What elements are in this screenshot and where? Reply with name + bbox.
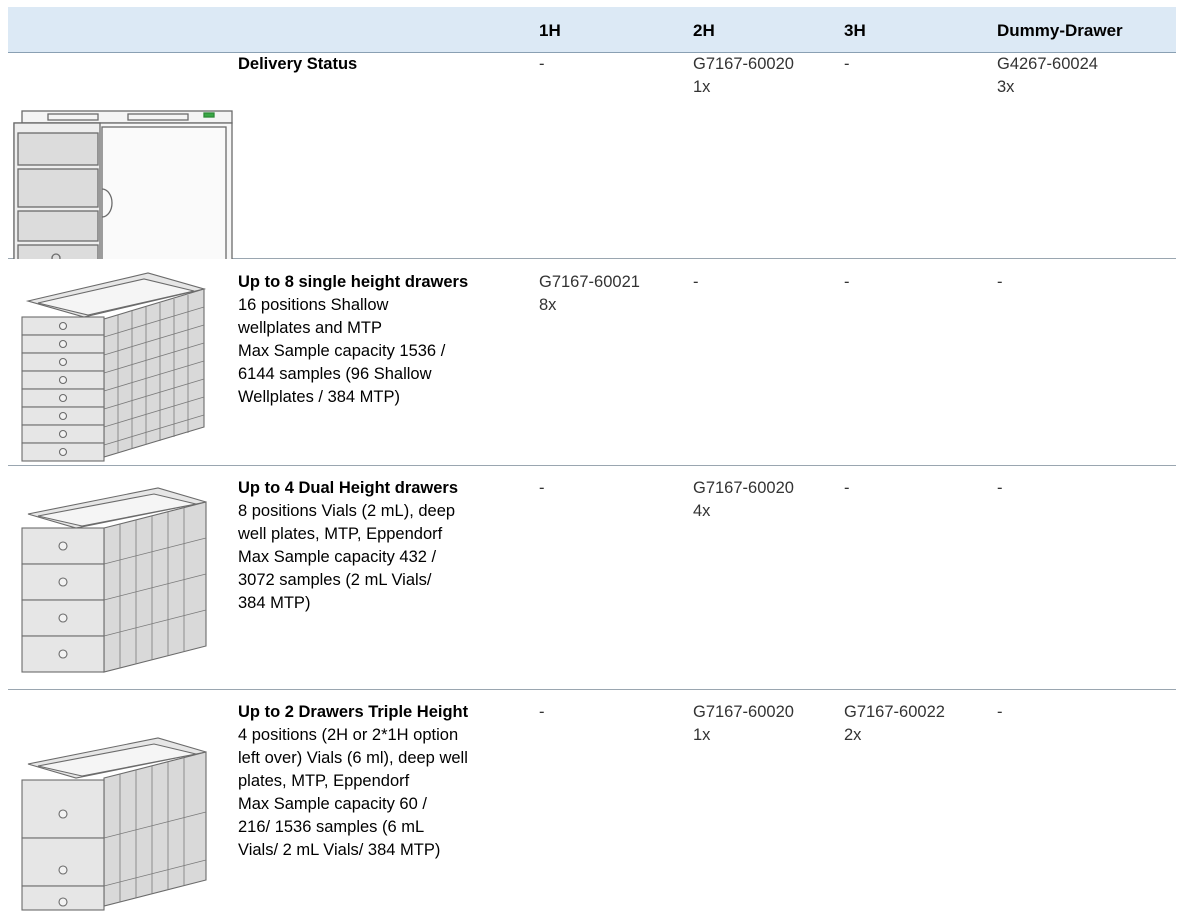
cell-1h: - [539,701,545,724]
header-3h: 3H [844,21,866,40]
description-line: Vials/ 2 mL Vials/ 384 MTP) [238,841,441,859]
drawer-configuration-table: 1H 2H 3H Dummy-Drawer Delivery Status - … [8,7,1176,924]
cell-value: - [844,55,850,73]
row-title: Up to 2 Drawers Triple Height [238,703,469,721]
description-line: plates, MTP, Eppendorf [238,772,410,790]
part-number: G7167-60020 [693,55,794,73]
cell-1h: - [539,53,545,76]
cell-dummy-drawer: G4267-60024 3x [997,53,1098,99]
header-dummy-drawer: Dummy-Drawer [997,21,1123,40]
cell-2h: G7167-60020 1x [693,53,794,99]
row-description: Delivery Status [238,53,520,76]
cell-2h: - [693,271,699,294]
description-line: 16 positions Shallow [238,296,389,314]
cell-value: - [539,55,545,73]
cell-dummy-drawer: - [997,701,1003,724]
description-line: 3072 samples (2 mL Vials/ [238,571,432,589]
cell-3h: - [844,271,850,294]
part-number: G7167-60020 [693,703,794,721]
cell-value: - [844,479,850,497]
row-description: Up to 2 Drawers Triple Height 4 position… [238,701,520,862]
part-number: G7167-60021 [539,273,640,291]
description-line: 384 MTP) [238,594,311,612]
description-line: Max Sample capacity 60 / [238,795,427,813]
cell-value: - [693,273,699,291]
cell-value: - [844,273,850,291]
header-1h: 1H [539,21,561,40]
cell-2h: G7167-60020 1x [693,701,794,747]
part-number: G7167-60020 [693,479,794,497]
triple-height-drawers-icon [8,690,236,924]
row-title: Delivery Status [238,55,358,73]
description-line: left over) Vials (6 ml), deep well [238,749,468,767]
row-title: Up to 8 single height drawers [238,273,469,291]
cell-value: - [539,479,545,497]
description-line: Wellplates / 384 MTP) [238,388,401,406]
table-row: Up to 8 single height drawers 16 positio… [8,259,1176,466]
description-line: well plates, MTP, Eppendorf [238,525,443,543]
single-height-drawers-icon [8,259,236,466]
cell-value: - [997,703,1003,721]
part-number: G4267-60024 [997,55,1098,73]
table-header: 1H 2H 3H Dummy-Drawer [8,7,1176,53]
description-line: 4 positions (2H or 2*1H option [238,726,459,744]
description-line: Max Sample capacity 432 / [238,548,437,566]
quantity: 2x [844,726,862,744]
cell-3h: G7167-60022 2x [844,701,945,747]
description-line: wellplates and MTP [238,319,382,337]
cell-2h: G7167-60020 4x [693,477,794,523]
table-row: Delivery Status - G7167-60020 1x - G4267… [8,53,1176,259]
cell-3h: - [844,477,850,500]
cell-1h: - [539,477,545,500]
quantity: 4x [693,502,711,520]
description-line: 216/ 1536 samples (6 mL [238,818,425,836]
quantity: 3x [997,78,1015,96]
row-description: Up to 4 Dual Height drawers 8 positions … [238,477,520,615]
table-row: Up to 4 Dual Height drawers 8 positions … [8,466,1176,690]
cell-dummy-drawer: - [997,477,1003,500]
dual-height-drawers-icon [8,466,236,690]
description-line: Max Sample capacity 1536 / [238,342,446,360]
cell-value: - [997,273,1003,291]
part-number: G7167-60022 [844,703,945,721]
cell-1h: G7167-60021 8x [539,271,640,317]
cell-value: - [539,703,545,721]
quantity: 1x [693,726,711,744]
row-title: Up to 4 Dual Height drawers [238,479,459,497]
description-line: 8 positions Vials (2 mL), deep [238,502,456,520]
header-2h: 2H [693,21,715,40]
quantity: 8x [539,296,557,314]
row-description: Up to 8 single height drawers 16 positio… [238,271,520,409]
quantity: 1x [693,78,711,96]
cell-dummy-drawer: - [997,271,1003,294]
cell-value: - [997,479,1003,497]
table-row: Up to 2 Drawers Triple Height 4 position… [8,690,1176,924]
cell-3h: - [844,53,850,76]
instrument-front-icon [8,53,236,259]
description-line: 6144 samples (96 Shallow [238,365,432,383]
